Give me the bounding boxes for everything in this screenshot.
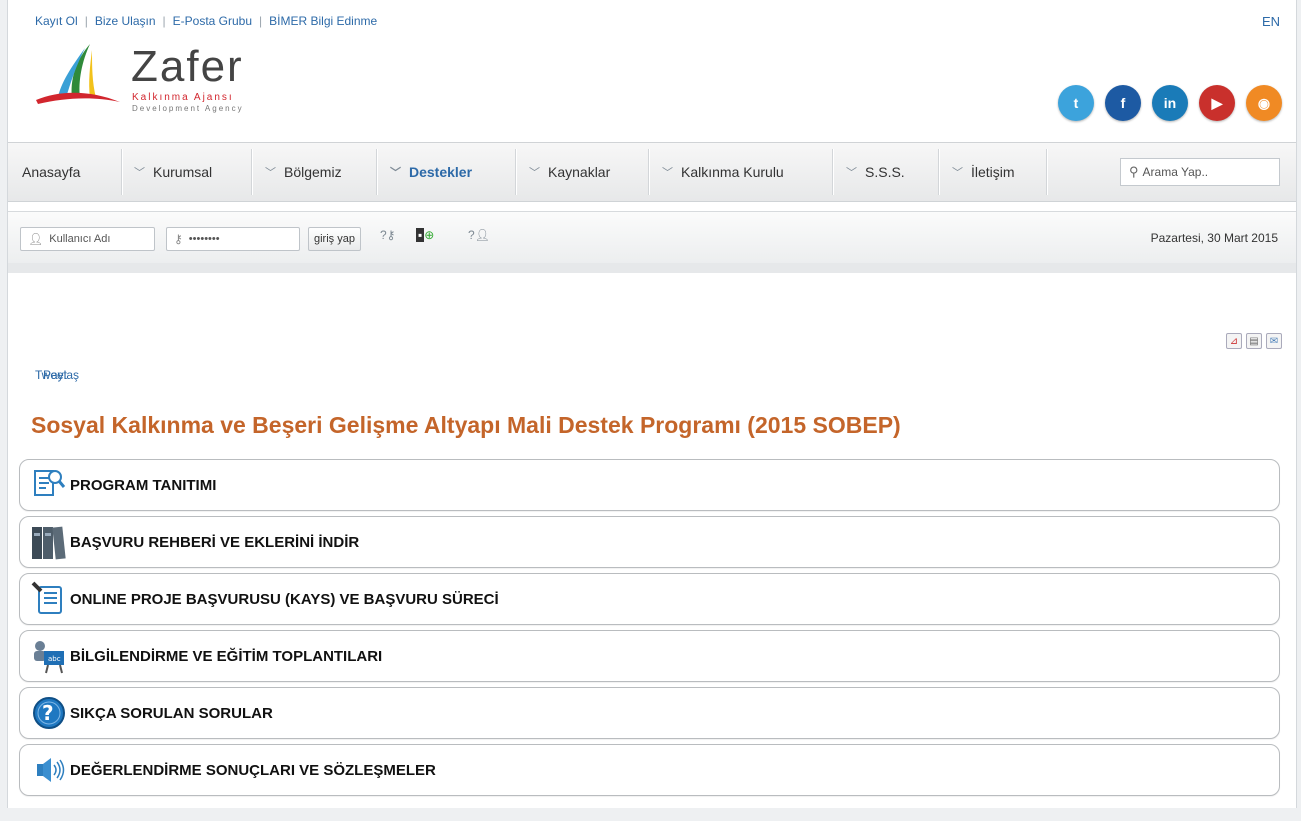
- twitter-icon[interactable]: t: [1058, 85, 1094, 121]
- nav-item-sss[interactable]: ﹀ S.S.S.: [846, 143, 905, 201]
- chevron-down-icon: ﹀: [529, 167, 540, 179]
- logo[interactable]: Zafer Kalkınma Ajansı Development Agency: [30, 36, 290, 116]
- nav-item-kurumsal[interactable]: ﹀ Kurumsal: [134, 143, 212, 201]
- section-sss[interactable]: ? SIKÇA SORULAN SORULAR: [19, 687, 1280, 739]
- search-input[interactable]: ⚲ Arama Yap..: [1120, 158, 1280, 186]
- login-button[interactable]: giriş yap: [308, 227, 361, 251]
- top-links: Kayıt Ol | Bize Ulaşın | E-Posta Grubu | BİMER…: [35, 14, 378, 28]
- bimer-link[interactable]: BİMER Bilgi Edinme: [269, 14, 377, 28]
- chevron-down-icon: ﹀: [846, 167, 857, 179]
- chevron-down-icon: ﹀: [662, 167, 673, 179]
- youtube-icon[interactable]: ▶: [1199, 85, 1235, 121]
- login-bar: 👤︎ Kullanıcı Adı ⚷ •••••••• giriş yap ?⚷…: [8, 211, 1296, 265]
- nav-item-kaynaklar[interactable]: ﹀ Kaynaklar: [529, 143, 610, 201]
- speaker-icon: [30, 751, 68, 789]
- paylas-link[interactable]: Paylaş: [43, 368, 79, 382]
- training-board-icon: abc: [30, 637, 68, 675]
- username-field[interactable]: 👤︎ Kullanıcı Adı: [20, 227, 155, 251]
- search-icon: ⚲: [1129, 164, 1139, 179]
- logo-emblem-icon: [36, 44, 120, 104]
- nav-item-destekler[interactable]: ﹀ Destekler: [390, 143, 472, 201]
- section-label: BİLGİLENDİRME VE EĞİTİM TOPLANTILARI: [70, 647, 383, 665]
- forgot-username-icon[interactable]: ?👤︎: [468, 228, 490, 242]
- section-label: PROGRAM TANITIMI: [70, 476, 217, 494]
- password-field[interactable]: ⚷ ••••••••: [166, 227, 300, 251]
- page-tools: ⊿ ▤ ✉: [1226, 333, 1282, 349]
- social-links: t f in ▶ ◉: [1058, 85, 1282, 121]
- logo-subtitle-en: Development Agency: [132, 104, 244, 113]
- register-user-icon[interactable]: ▪ ⊕: [416, 228, 434, 242]
- contact-link[interactable]: Bize Ulaşın: [95, 14, 156, 28]
- logo-subtitle: Kalkınma Ajansı: [132, 92, 234, 103]
- nav-item-bolgemiz[interactable]: ﹀ Bölgemiz: [265, 143, 342, 201]
- nav-item-anasayfa[interactable]: Anasayfa: [22, 143, 80, 201]
- nav-item-iletisim[interactable]: ﹀ İletişim: [952, 143, 1015, 201]
- share-links: Tweet Paylaş: [35, 368, 79, 382]
- section-label: BAŞVURU REHBERİ VE EKLERİNİ İNDİR: [70, 533, 360, 551]
- page-container: Kayıt Ol | Bize Ulaşın | E-Posta Grubu | BİMER…: [7, 0, 1297, 815]
- linkedin-icon[interactable]: in: [1152, 85, 1188, 121]
- question-icon: ?: [30, 694, 68, 732]
- chevron-down-icon: ﹀: [265, 167, 276, 179]
- section-basvuru-rehberi[interactable]: BAŞVURU REHBERİ VE EKLERİNİ İNDİR: [19, 516, 1280, 568]
- chevron-down-icon: ﹀: [390, 167, 401, 179]
- page-footer-band: [0, 808, 1301, 821]
- print-icon[interactable]: ▤: [1246, 333, 1262, 349]
- nav-item-kalkinma-kurulu[interactable]: ﹀ Kalkınma Kurulu: [662, 143, 784, 201]
- chevron-down-icon: ﹀: [952, 167, 963, 179]
- section-online-basvuru[interactable]: ONLINE PROJE BAŞVURUSU (KAYS) VE BAŞVURU…: [19, 573, 1280, 625]
- online-form-icon: [30, 580, 68, 618]
- register-link[interactable]: Kayıt Ol: [35, 14, 78, 28]
- email-group-link[interactable]: E-Posta Grubu: [173, 14, 252, 28]
- facebook-icon[interactable]: f: [1105, 85, 1141, 121]
- logo-title: Zafer: [131, 42, 244, 91]
- section-label: ONLINE PROJE BAŞVURUSU (KAYS) VE BAŞVURU…: [70, 590, 499, 608]
- document-search-icon: [30, 466, 68, 504]
- mail-icon[interactable]: ✉: [1266, 333, 1282, 349]
- books-icon: [30, 523, 68, 561]
- user-icon: 👤︎: [28, 232, 44, 246]
- section-bilgilendirme[interactable]: abc BİLGİLENDİRME VE EĞİTİM TOPLANTILARI: [19, 630, 1280, 682]
- pdf-icon[interactable]: ⊿: [1226, 333, 1242, 349]
- svg-text:abc: abc: [48, 655, 61, 663]
- language-switch[interactable]: EN: [1262, 14, 1280, 29]
- forgot-password-icon[interactable]: ?⚷: [380, 228, 395, 242]
- chevron-down-icon: ﹀: [134, 167, 145, 179]
- page-title: Sosyal Kalkınma ve Beşeri Gelişme Altyap…: [31, 412, 901, 438]
- divider-band: [8, 263, 1296, 273]
- svg-text:?: ?: [42, 701, 54, 725]
- main-nav: Anasayfa ﹀ Kurumsal ﹀ Bölgemiz ﹀ Destekler …: [8, 142, 1296, 202]
- section-label: DEĞERLENDİRME SONUÇLARI VE SÖZLEŞMELER: [70, 761, 436, 779]
- section-degerlendirme[interactable]: DEĞERLENDİRME SONUÇLARI VE SÖZLEŞMELER: [19, 744, 1280, 796]
- section-program-tanitimi[interactable]: PROGRAM TANITIMI: [19, 459, 1280, 511]
- rss-icon[interactable]: ◉: [1246, 85, 1282, 121]
- key-icon: ⚷: [174, 232, 183, 246]
- section-label: SIKÇA SORULAN SORULAR: [70, 704, 273, 722]
- current-date: Pazartesi, 30 Mart 2015: [1150, 231, 1278, 245]
